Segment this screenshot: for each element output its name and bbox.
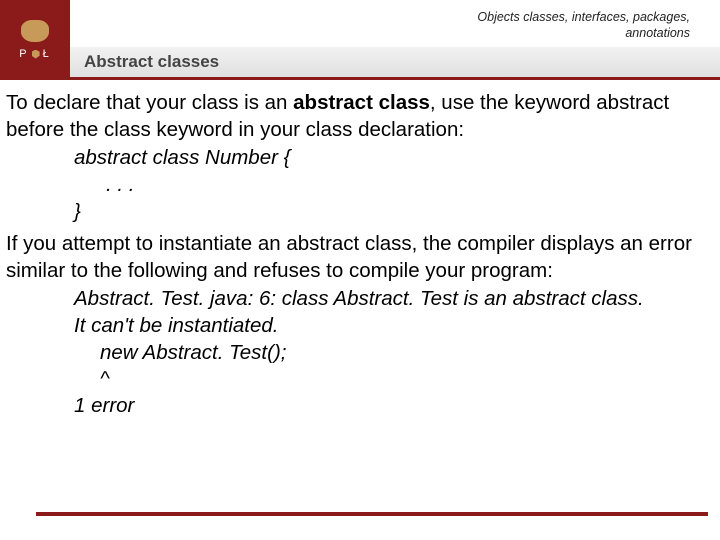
- text: To declare that your class is an: [6, 91, 293, 114]
- logo-letter-right: Ł: [43, 48, 51, 60]
- code-line: . . .: [6, 172, 714, 199]
- slide-content: To declare that your class is an abstrac…: [0, 80, 720, 420]
- header-right: Objects classes, interfaces, packages, a…: [70, 0, 720, 77]
- paragraph: If you attempt to instantiate an abstrac…: [6, 231, 714, 284]
- breadcrumb-line: annotations: [70, 26, 690, 42]
- logo-letters: P Ł: [19, 48, 50, 60]
- institution-logo: P Ł: [0, 0, 70, 80]
- slide-title: Abstract classes: [70, 47, 720, 77]
- footer-divider: [36, 512, 708, 516]
- breadcrumb-line: Objects classes, interfaces, packages,: [70, 10, 690, 26]
- error-line: Abstract. Test. java: 6: class Abstract.…: [6, 286, 714, 313]
- logo-letter-left: P: [19, 48, 28, 60]
- paragraph: To declare that your class is an abstrac…: [6, 90, 714, 143]
- breadcrumb: Objects classes, interfaces, packages, a…: [70, 0, 720, 47]
- code-line: }: [6, 199, 714, 226]
- error-block: Abstract. Test. java: 6: class Abstract.…: [6, 286, 714, 419]
- error-count: 1 error: [6, 393, 714, 420]
- error-line: ^: [6, 366, 714, 393]
- error-line: It can't be instantiated.: [6, 313, 714, 340]
- bold-text: abstract class: [293, 91, 430, 114]
- logo-emblem-icon: [21, 20, 49, 42]
- shield-icon: [32, 50, 40, 59]
- slide-header: P Ł Objects classes, interfaces, package…: [0, 0, 720, 80]
- code-block: abstract class Number { . . . }: [6, 145, 714, 225]
- code-line: abstract class Number {: [6, 145, 714, 172]
- error-line: new Abstract. Test();: [6, 340, 714, 367]
